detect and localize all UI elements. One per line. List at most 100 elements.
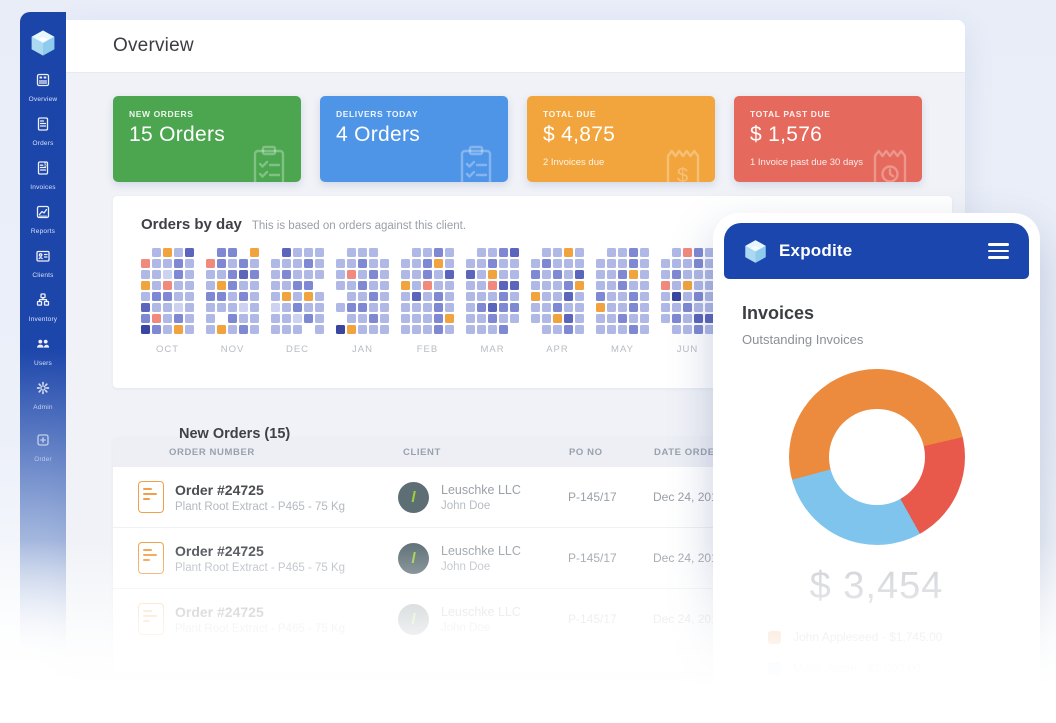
heatmap-cell[interactable] — [282, 259, 291, 268]
heatmap-cell[interactable] — [271, 303, 280, 312]
heatmap-cell[interactable] — [618, 292, 627, 301]
heatmap-cell[interactable] — [466, 303, 475, 312]
heatmap-cell[interactable] — [640, 314, 649, 323]
heatmap-cell[interactable] — [271, 314, 280, 323]
heatmap-cell[interactable] — [141, 281, 150, 290]
heatmap-cell[interactable] — [293, 270, 302, 279]
heatmap-cell[interactable] — [347, 248, 356, 257]
heatmap-cell[interactable] — [163, 325, 172, 334]
heatmap-cell[interactable] — [510, 248, 519, 257]
heatmap-cell[interactable] — [542, 270, 551, 279]
heatmap-cell[interactable] — [661, 303, 670, 312]
heatmap-cell[interactable] — [304, 325, 313, 334]
heatmap-cell[interactable] — [358, 314, 367, 323]
sidebar-item-overview[interactable]: Overview — [20, 72, 66, 103]
heatmap-cell[interactable] — [683, 248, 692, 257]
heatmap-cell[interactable] — [596, 259, 605, 268]
heatmap-cell[interactable] — [206, 259, 215, 268]
heatmap-cell[interactable] — [239, 303, 248, 312]
heatmap-cell[interactable] — [607, 259, 616, 268]
heatmap-cell[interactable] — [694, 292, 703, 301]
heatmap-cell[interactable] — [239, 292, 248, 301]
heatmap-cell[interactable] — [369, 303, 378, 312]
heatmap-cell[interactable] — [206, 303, 215, 312]
heatmap-cell[interactable] — [488, 270, 497, 279]
heatmap-cell[interactable] — [228, 248, 237, 257]
heatmap-cell[interactable] — [672, 248, 681, 257]
heatmap-cell[interactable] — [466, 292, 475, 301]
heatmap-cell[interactable] — [380, 281, 389, 290]
heatmap-cell[interactable] — [683, 292, 692, 301]
heatmap-cell[interactable] — [152, 314, 161, 323]
heatmap-cell[interactable] — [412, 303, 421, 312]
heatmap-cell[interactable] — [304, 270, 313, 279]
heatmap-cell[interactable] — [499, 292, 508, 301]
stat-card-new-orders[interactable]: NEW ORDERS 15 Orders — [113, 96, 301, 182]
heatmap-cell[interactable] — [564, 259, 573, 268]
heatmap-cell[interactable] — [510, 281, 519, 290]
heatmap-cell[interactable] — [434, 270, 443, 279]
heatmap-cell[interactable] — [553, 259, 562, 268]
heatmap-cell[interactable] — [575, 325, 584, 334]
heatmap-cell[interactable] — [466, 248, 475, 257]
heatmap-cell[interactable] — [401, 259, 410, 268]
heatmap-cell[interactable] — [369, 325, 378, 334]
heatmap-cell[interactable] — [412, 270, 421, 279]
heatmap-cell[interactable] — [380, 259, 389, 268]
heatmap-cell[interactable] — [596, 303, 605, 312]
heatmap-cell[interactable] — [152, 259, 161, 268]
heatmap-cell[interactable] — [488, 292, 497, 301]
heatmap-cell[interactable] — [531, 248, 540, 257]
heatmap-cell[interactable] — [174, 325, 183, 334]
sidebar-item-order[interactable]: Order — [20, 432, 66, 463]
heatmap-cell[interactable] — [141, 314, 150, 323]
heatmap-cell[interactable] — [553, 314, 562, 323]
heatmap-cell[interactable] — [477, 259, 486, 268]
heatmap-cell[interactable] — [423, 292, 432, 301]
heatmap-cell[interactable] — [531, 325, 540, 334]
heatmap-cell[interactable] — [336, 248, 345, 257]
heatmap-cell[interactable] — [499, 248, 508, 257]
heatmap-cell[interactable] — [282, 281, 291, 290]
heatmap-cell[interactable] — [694, 303, 703, 312]
heatmap-cell[interactable] — [412, 314, 421, 323]
heatmap-cell[interactable] — [250, 303, 259, 312]
heatmap-cell[interactable] — [380, 248, 389, 257]
heatmap-cell[interactable] — [228, 281, 237, 290]
heatmap-cell[interactable] — [174, 314, 183, 323]
heatmap-cell[interactable] — [217, 303, 226, 312]
heatmap-cell[interactable] — [488, 325, 497, 334]
heatmap-cell[interactable] — [163, 292, 172, 301]
heatmap-cell[interactable] — [596, 325, 605, 334]
stat-card-total-due[interactable]: TOTAL DUE $ 4,875 2 Invoices due $ — [527, 96, 715, 182]
heatmap-cell[interactable] — [250, 281, 259, 290]
heatmap-cell[interactable] — [228, 270, 237, 279]
heatmap-cell[interactable] — [510, 270, 519, 279]
heatmap-cell[interactable] — [683, 325, 692, 334]
heatmap-cell[interactable] — [672, 259, 681, 268]
heatmap-cell[interactable] — [445, 281, 454, 290]
heatmap-cell[interactable] — [445, 325, 454, 334]
heatmap-cell[interactable] — [629, 292, 638, 301]
heatmap-cell[interactable] — [358, 259, 367, 268]
heatmap-cell[interactable] — [564, 314, 573, 323]
heatmap-cell[interactable] — [163, 281, 172, 290]
heatmap-cell[interactable] — [466, 325, 475, 334]
heatmap-cell[interactable] — [401, 281, 410, 290]
heatmap-cell[interactable] — [174, 259, 183, 268]
heatmap-cell[interactable] — [542, 292, 551, 301]
heatmap-cell[interactable] — [152, 303, 161, 312]
heatmap-cell[interactable] — [250, 259, 259, 268]
heatmap-cell[interactable] — [694, 248, 703, 257]
heatmap-cell[interactable] — [185, 248, 194, 257]
heatmap-cell[interactable] — [423, 314, 432, 323]
heatmap-cell[interactable] — [661, 314, 670, 323]
heatmap-cell[interactable] — [380, 303, 389, 312]
heatmap-cell[interactable] — [499, 314, 508, 323]
heatmap-cell[interactable] — [304, 259, 313, 268]
menu-icon[interactable] — [988, 243, 1009, 258]
heatmap-cell[interactable] — [141, 270, 150, 279]
heatmap-cell[interactable] — [336, 270, 345, 279]
heatmap-cell[interactable] — [466, 314, 475, 323]
heatmap-cell[interactable] — [271, 325, 280, 334]
